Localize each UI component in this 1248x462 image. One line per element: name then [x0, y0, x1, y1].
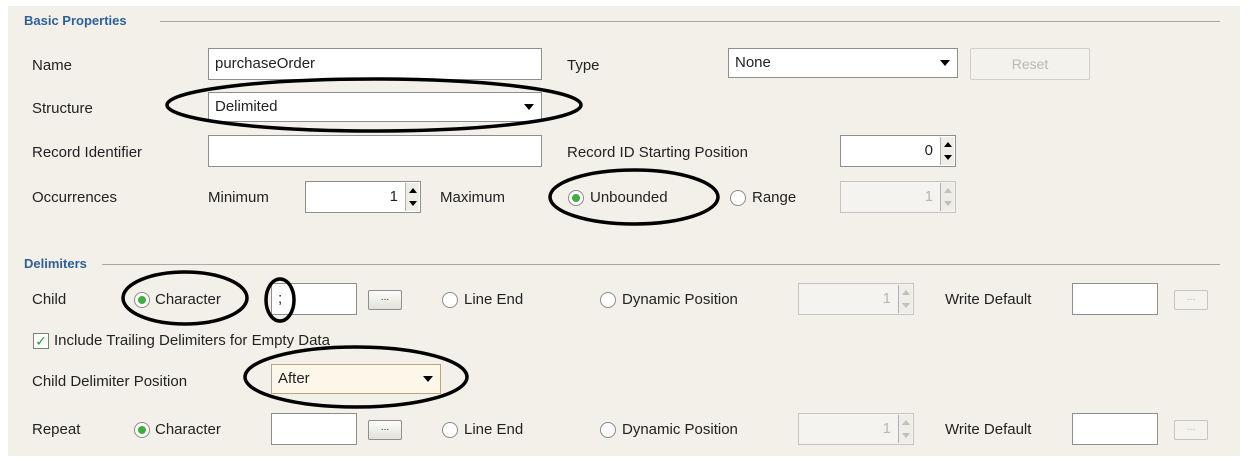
child-dynamic-stepper[interactable]: 1 — [798, 283, 914, 315]
start-position-stepper[interactable]: 0 — [840, 135, 956, 167]
spinner-buttons[interactable] — [898, 415, 912, 443]
range-label: Range — [752, 189, 797, 206]
start-position-label: Record ID Starting Position — [567, 144, 748, 161]
range-radio[interactable] — [730, 190, 746, 206]
type-select[interactable]: None — [728, 48, 958, 78]
child-dynamic-value: 1 — [882, 290, 891, 307]
minimum-stepper[interactable]: 1 — [305, 181, 421, 213]
repeat-line-end-label: Line End — [464, 421, 524, 438]
repeat-write-default-field[interactable] — [1072, 413, 1158, 445]
section-divider — [102, 264, 1220, 265]
repeat-dynamic-stepper[interactable]: 1 — [798, 413, 914, 445]
occurrences-label: Occurrences — [32, 189, 118, 206]
spinner-down-icon[interactable] — [944, 201, 952, 206]
range-value: 1 — [924, 188, 933, 205]
name-label: Name — [32, 57, 73, 74]
chevron-down-icon — [524, 104, 534, 110]
unbounded-radio[interactable] — [568, 190, 584, 206]
type-label: Type — [567, 57, 600, 74]
record-identifier-field[interactable] — [208, 135, 542, 167]
child-write-default-label: Write Default — [945, 291, 1032, 308]
start-position-value: 0 — [924, 142, 933, 159]
delimiters-title: Delimiters — [24, 256, 93, 271]
child-line-end-label: Line End — [464, 291, 524, 308]
spinner-up-icon[interactable] — [944, 142, 952, 147]
type-select-value: None — [735, 54, 771, 71]
child-dynamic-label: Dynamic Position — [622, 291, 738, 308]
repeat-write-default-label: Write Default — [945, 421, 1032, 438]
spinner-down-icon[interactable] — [902, 433, 910, 438]
spinner-buttons[interactable] — [405, 183, 419, 211]
minimum-label: Minimum — [208, 189, 269, 206]
include-trailing-checkbox[interactable]: ✓ — [33, 333, 49, 349]
spinner-buttons[interactable] — [940, 137, 954, 165]
spinner-buttons[interactable] — [898, 285, 912, 313]
section-divider — [160, 21, 1220, 22]
child-position-value: After — [278, 370, 310, 387]
chevron-down-icon — [423, 376, 433, 382]
child-position-select[interactable]: After — [271, 364, 441, 394]
unbounded-label: Unbounded — [590, 189, 668, 206]
name-field[interactable]: purchaseOrder — [208, 48, 542, 80]
spinner-up-icon[interactable] — [944, 188, 952, 193]
repeat-browse-button[interactable]: ... — [368, 420, 402, 440]
basic-properties-title: Basic Properties — [24, 13, 133, 28]
repeat-write-default-browse-button[interactable]: ... — [1174, 420, 1208, 440]
repeat-dynamic-value: 1 — [882, 420, 891, 437]
child-character-radio[interactable] — [134, 292, 150, 308]
spinner-up-icon[interactable] — [902, 420, 910, 425]
repeat-character-field[interactable] — [271, 413, 357, 445]
repeat-line-end-radio[interactable] — [442, 422, 458, 438]
spinner-up-icon[interactable] — [409, 188, 417, 193]
chevron-down-icon — [940, 60, 950, 66]
structure-select-value: Delimited — [215, 98, 278, 115]
spinner-down-icon[interactable] — [409, 201, 417, 206]
structure-select[interactable]: Delimited — [208, 92, 542, 122]
child-line-end-radio[interactable] — [442, 292, 458, 308]
child-position-label: Child Delimiter Position — [32, 373, 188, 390]
include-trailing-label: Include Trailing Delimiters for Empty Da… — [54, 332, 330, 349]
child-dynamic-radio[interactable] — [600, 292, 616, 308]
spinner-down-icon[interactable] — [902, 303, 910, 308]
record-identifier-label: Record Identifier — [32, 144, 143, 161]
range-stepper[interactable]: 1 — [840, 181, 956, 213]
child-label: Child — [32, 291, 67, 308]
child-character-label: Character — [155, 291, 221, 308]
spinner-up-icon[interactable] — [902, 290, 910, 295]
spinner-down-icon[interactable] — [944, 155, 952, 160]
child-character-field[interactable]: ; — [271, 283, 357, 315]
repeat-dynamic-label: Dynamic Position — [622, 421, 738, 438]
child-write-default-field[interactable] — [1072, 283, 1158, 315]
child-browse-button[interactable]: ... — [368, 290, 402, 310]
repeat-character-label: Character — [155, 421, 221, 438]
minimum-value: 1 — [389, 188, 398, 205]
spinner-buttons[interactable] — [940, 183, 954, 211]
structure-label: Structure — [32, 100, 93, 117]
properties-panel: Basic Properties Name purchaseOrder Type… — [8, 6, 1240, 456]
reset-button[interactable]: Reset — [970, 48, 1090, 80]
repeat-dynamic-radio[interactable] — [600, 422, 616, 438]
child-write-default-browse-button[interactable]: ... — [1174, 290, 1208, 310]
repeat-character-radio[interactable] — [134, 422, 150, 438]
maximum-label: Maximum — [440, 189, 506, 206]
repeat-label: Repeat — [32, 421, 81, 438]
